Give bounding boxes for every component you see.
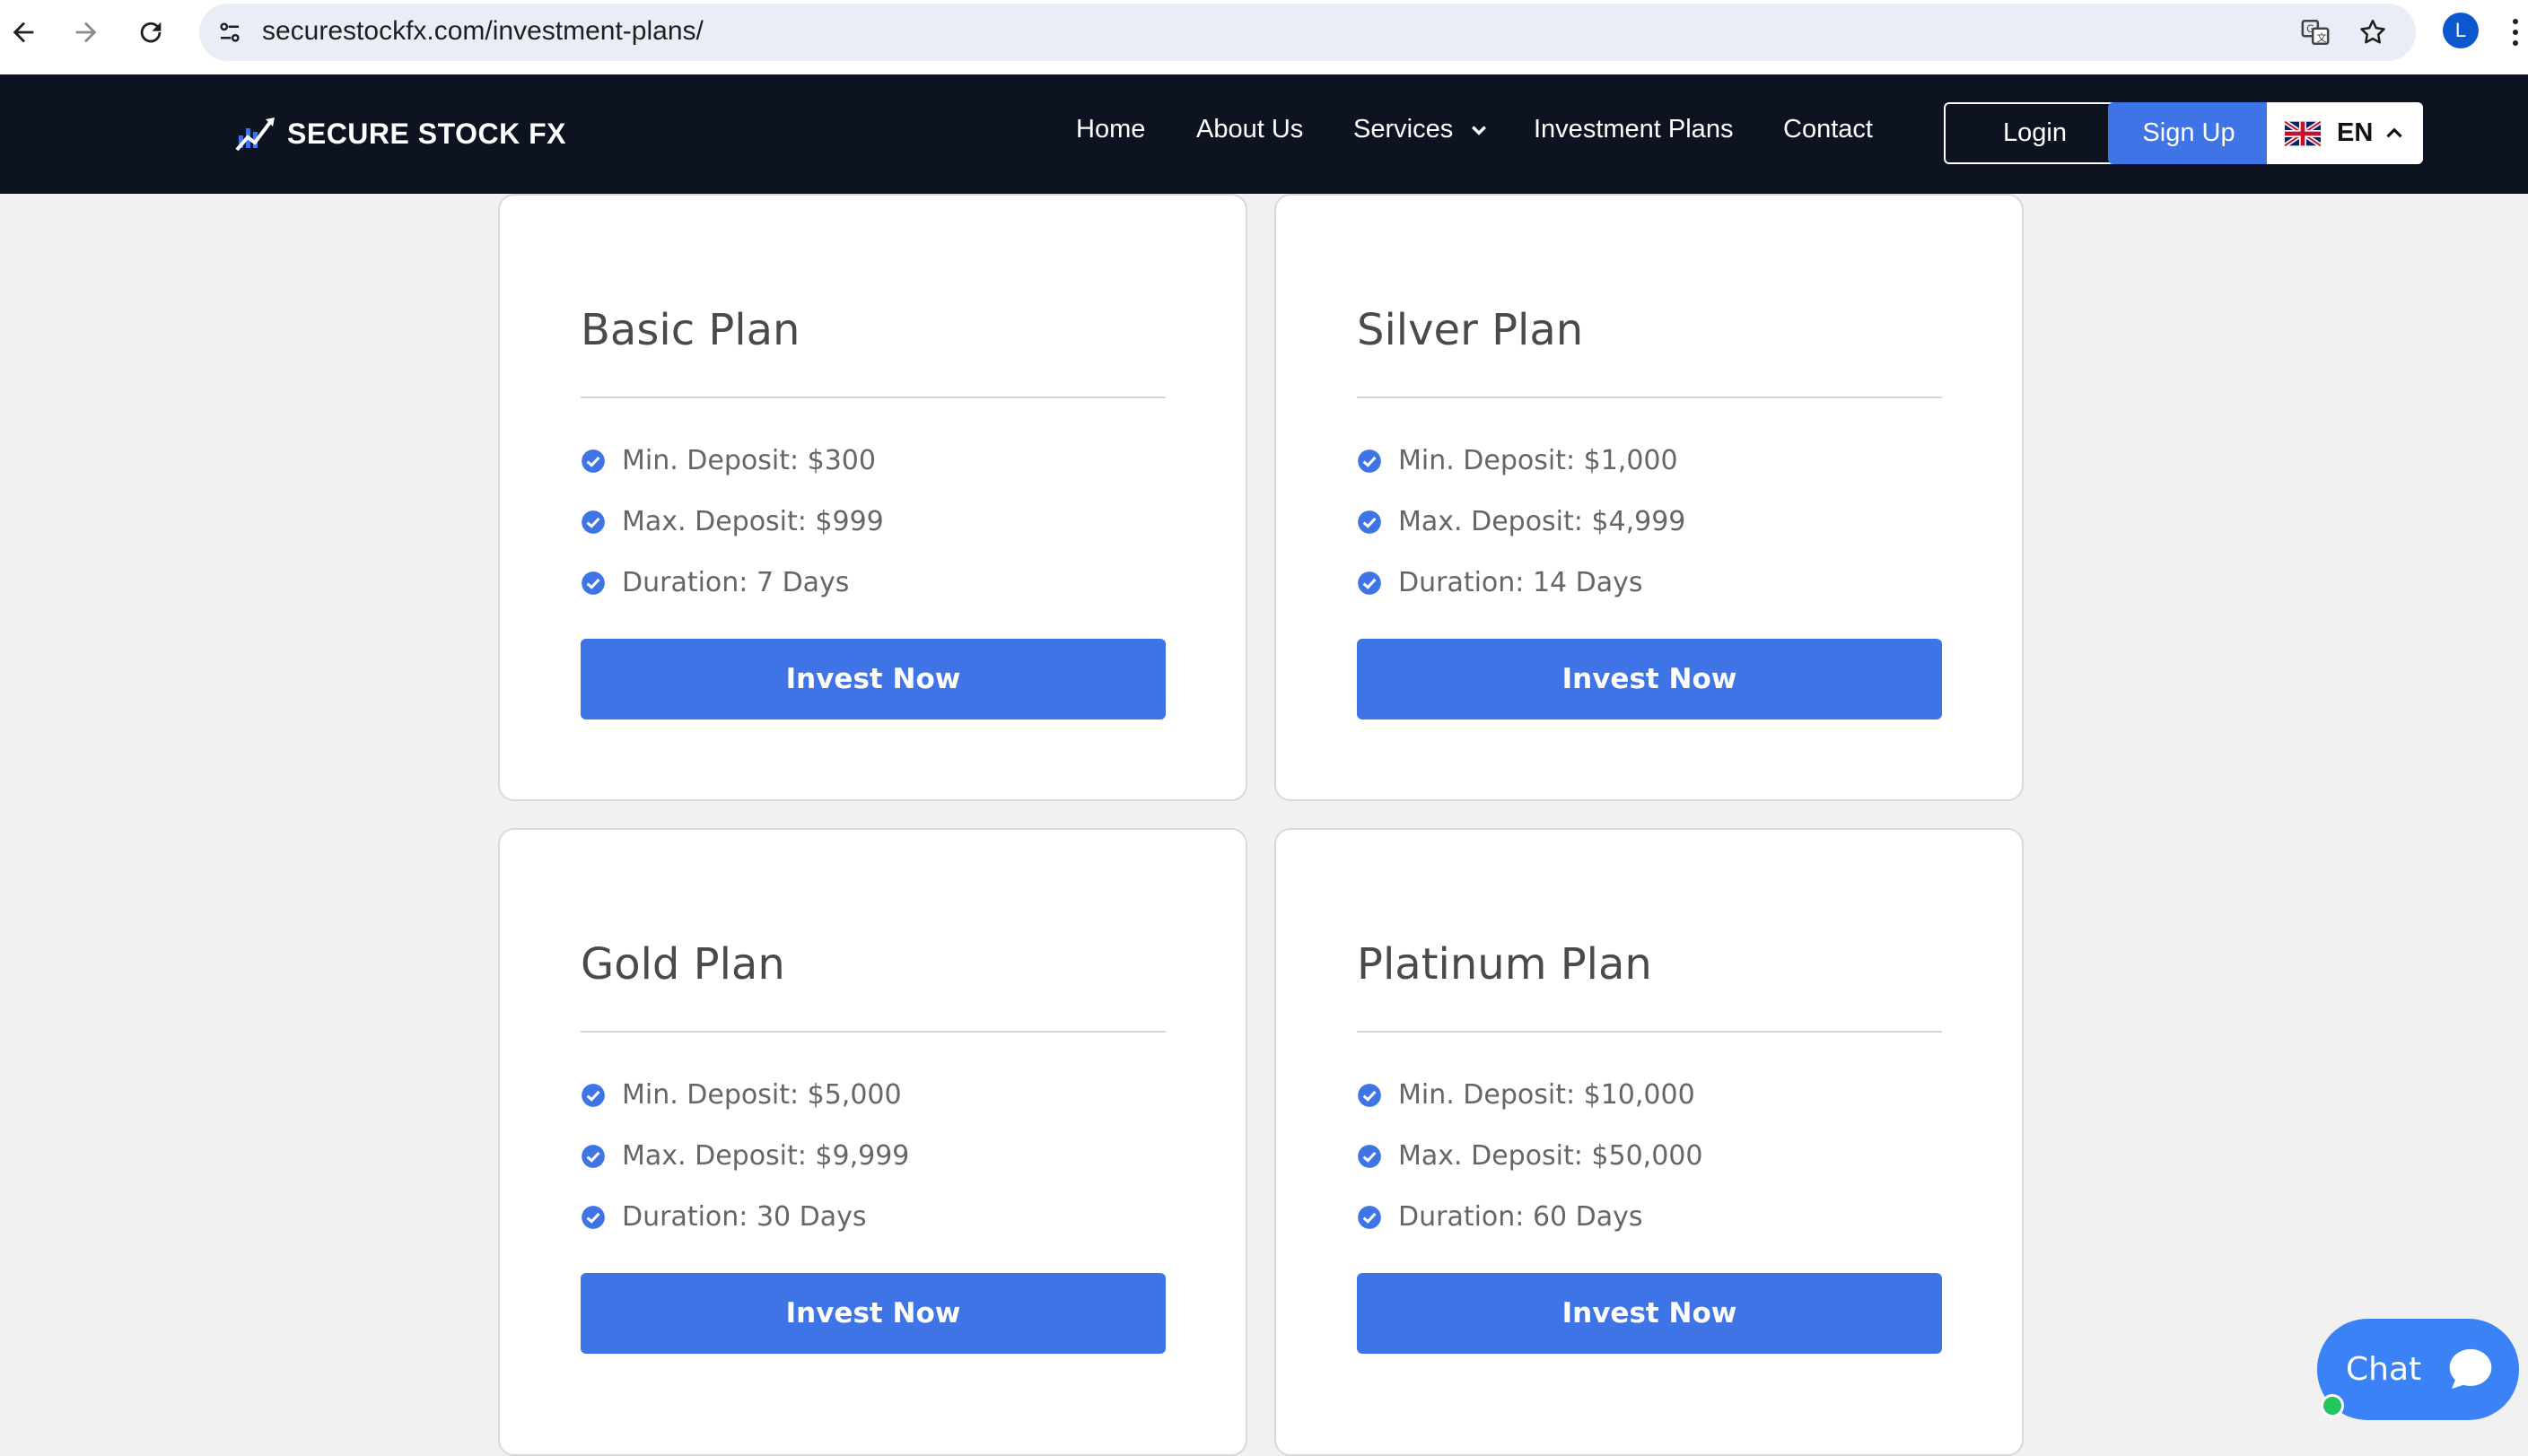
online-status-dot: [2321, 1394, 2344, 1417]
signup-button[interactable]: Sign Up: [2108, 102, 2270, 164]
arrow-left-icon: [13, 22, 34, 43]
brand-logo[interactable]: SECURE STOCK FX: [235, 114, 566, 153]
svg-text:文: 文: [2316, 31, 2326, 44]
plan-feature: Duration: 30 Days: [581, 1201, 867, 1233]
arrow-right-icon: [75, 22, 97, 43]
nav-home[interactable]: Home: [1076, 115, 1145, 144]
chevron-down-icon: [1472, 126, 1487, 136]
site-info-button[interactable]: [212, 14, 248, 50]
reload-button[interactable]: [131, 13, 171, 52]
nav-contact[interactable]: Contact: [1783, 115, 1873, 144]
plan-feature-text: Min. Deposit: $300: [622, 445, 876, 476]
plan-card-basic: Basic Plan Min. Deposit: $300 Max. Depos…: [498, 194, 1247, 801]
check-circle-icon: [1358, 1083, 1381, 1107]
check-circle-icon: [1358, 1144, 1381, 1168]
plan-title: Silver Plan: [1357, 305, 1584, 355]
check-circle-icon: [1358, 571, 1381, 595]
star-icon: [2360, 19, 2385, 44]
uk-flag-icon: [2285, 120, 2321, 146]
invest-now-button[interactable]: Invest Now: [581, 1273, 1166, 1354]
check-circle-icon: [582, 1083, 605, 1107]
address-bar[interactable]: securestockfx.com/investment-plans/: [199, 4, 2416, 61]
check-circle-icon: [582, 510, 605, 534]
plan-feature-text: Max. Deposit: $4,999: [1398, 506, 1686, 537]
plan-title: Basic Plan: [581, 305, 800, 355]
nav-services-label: Services: [1353, 115, 1454, 144]
check-circle-icon: [582, 1144, 605, 1168]
more-vert-icon: [2513, 19, 2518, 46]
check-circle-icon: [1358, 1205, 1381, 1229]
plan-feature-text: Min. Deposit: $5,000: [622, 1079, 902, 1111]
plan-feature-text: Duration: 30 Days: [622, 1201, 867, 1233]
plan-feature: Min. Deposit: $5,000: [581, 1079, 902, 1111]
plan-feature-text: Min. Deposit: $1,000: [1398, 445, 1678, 476]
plan-feature-text: Min. Deposit: $10,000: [1398, 1079, 1695, 1111]
profile-avatar[interactable]: L: [2443, 13, 2479, 48]
card-divider: [1357, 1031, 1942, 1033]
translate-icon: G 文: [2301, 19, 2330, 46]
plan-feature-text: Duration: 60 Days: [1398, 1201, 1643, 1233]
plan-feature-text: Duration: 14 Days: [1398, 567, 1643, 598]
plan-title: Platinum Plan: [1357, 939, 1652, 990]
check-circle-icon: [582, 571, 605, 595]
plan-feature: Max. Deposit: $9,999: [581, 1140, 909, 1172]
check-circle-icon: [582, 1205, 605, 1229]
language-selector[interactable]: EN: [2267, 102, 2423, 164]
translate-button[interactable]: G 文: [2297, 14, 2333, 50]
plan-feature: Duration: 60 Days: [1357, 1201, 1643, 1233]
nav-services[interactable]: Services: [1353, 115, 1487, 144]
plan-title: Gold Plan: [581, 939, 785, 990]
card-divider: [1357, 397, 1942, 398]
plan-feature-text: Duration: 7 Days: [622, 567, 850, 598]
check-circle-icon: [1358, 449, 1381, 473]
check-circle-icon: [582, 449, 605, 473]
invest-now-button[interactable]: Invest Now: [1357, 1273, 1942, 1354]
plan-feature-text: Max. Deposit: $50,000: [1398, 1140, 1703, 1172]
site-header: SECURE STOCK FX Home About Us Services I…: [0, 74, 2528, 194]
chart-logo-icon: [235, 118, 275, 152]
plan-card-silver: Silver Plan Min. Deposit: $1,000 Max. De…: [1274, 194, 2024, 801]
plan-feature-text: Max. Deposit: $999: [622, 506, 884, 537]
brand-name: SECURE STOCK FX: [287, 117, 566, 150]
plan-feature: Max. Deposit: $50,000: [1357, 1140, 1702, 1172]
chat-widget-button[interactable]: Chat: [2317, 1319, 2519, 1420]
plan-feature: Duration: 14 Days: [1357, 567, 1643, 598]
bookmark-button[interactable]: [2355, 14, 2391, 50]
plan-feature: Min. Deposit: $10,000: [1357, 1079, 1695, 1111]
reload-icon: [140, 22, 162, 43]
invest-now-button[interactable]: Invest Now: [1357, 639, 1942, 719]
plan-card-platinum: Platinum Plan Min. Deposit: $10,000 Max.…: [1274, 828, 2024, 1456]
card-divider: [581, 397, 1166, 398]
url-text[interactable]: securestockfx.com/investment-plans/: [262, 16, 704, 47]
language-code: EN: [2337, 118, 2374, 147]
forward-button[interactable]: [66, 13, 106, 52]
plan-feature: Duration: 7 Days: [581, 567, 849, 598]
svg-text:G: G: [2306, 22, 2314, 35]
login-button[interactable]: Login: [1944, 102, 2126, 164]
plan-feature-text: Max. Deposit: $9,999: [622, 1140, 910, 1172]
chat-bubble-icon: [2449, 1348, 2492, 1390]
plan-feature: Min. Deposit: $300: [581, 445, 876, 476]
chevron-up-icon: [2386, 127, 2402, 138]
invest-now-button[interactable]: Invest Now: [581, 639, 1166, 719]
tune-icon: [220, 22, 240, 42]
check-circle-icon: [1358, 510, 1381, 534]
nav-investment-plans[interactable]: Investment Plans: [1534, 115, 1733, 144]
card-divider: [581, 1031, 1166, 1033]
nav-about-us[interactable]: About Us: [1196, 115, 1303, 144]
plan-card-gold: Gold Plan Min. Deposit: $5,000 Max. Depo…: [498, 828, 1247, 1456]
browser-toolbar: securestockfx.com/investment-plans/ G 文 …: [0, 0, 2528, 74]
chat-label: Chat: [2346, 1351, 2422, 1388]
browser-menu-button[interactable]: [2511, 13, 2528, 52]
plan-feature: Max. Deposit: $4,999: [1357, 506, 1685, 537]
plan-feature: Min. Deposit: $1,000: [1357, 445, 1678, 476]
plan-feature: Max. Deposit: $999: [581, 506, 884, 537]
back-button[interactable]: [4, 13, 43, 52]
